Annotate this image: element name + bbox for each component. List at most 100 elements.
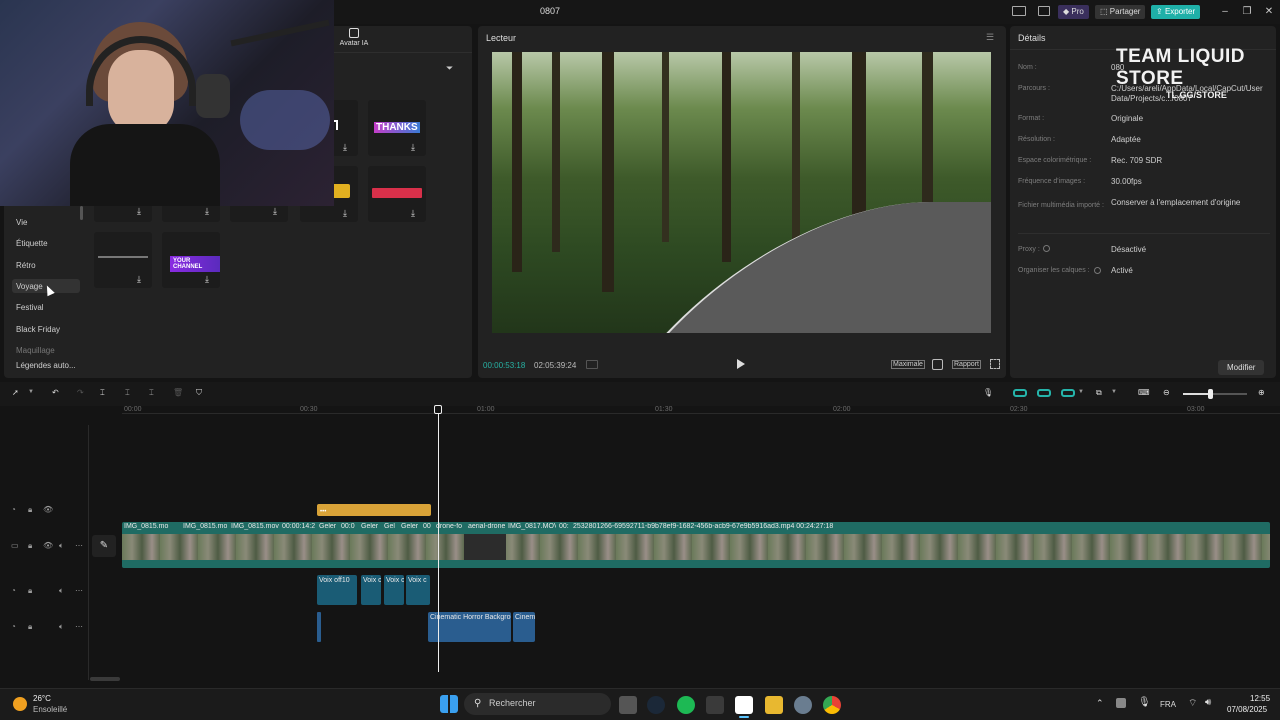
playhead-handle[interactable] [434,405,442,414]
video-clip[interactable]: 00 [423,523,433,530]
video-clip[interactable]: drone-fo [436,523,463,530]
avatar-ia-tab[interactable]: Avatar IA [336,28,372,47]
split-right-icon[interactable]: ⌶ [149,388,154,398]
category-voyage[interactable]: Voyage [16,282,43,291]
eye-icon[interactable]: 👁︎ [43,505,53,514]
redo-icon[interactable]: ↷ [77,388,84,397]
modify-button[interactable]: Modifier [1218,360,1265,375]
video-clip[interactable]: IMG_0815.mo [124,523,178,530]
undo-icon[interactable]: ↶ [52,388,59,397]
video-clip[interactable]: 2532801266-69592711-b9b78ef9-1682-456b-a… [573,523,853,530]
download-icon[interactable]: ⤓ [343,142,347,153]
video-clip[interactable]: 00:00:14:2 [282,523,316,530]
music-clip[interactable]: Cinem [513,612,535,642]
download-icon[interactable]: ⤓ [205,206,209,217]
category-legendes-auto[interactable]: Légendes auto... [16,361,76,370]
zoom-in-icon[interactable]: ⊕ [1258,388,1265,397]
lock-icon[interactable]: 🔒︎ [28,586,32,596]
sticker-thumb[interactable]: ⤓ [368,166,426,222]
video-clip[interactable]: IMG_0817.MOV [508,523,556,530]
video-clip[interactable]: Geler [401,523,421,530]
category-festival[interactable]: Festival [16,303,44,312]
lock-icon[interactable]: 🔒︎ [28,541,32,551]
chevron-down-icon[interactable]: ▼ [1078,389,1084,395]
weather-icon[interactable] [13,697,27,711]
sticker-thumb[interactable]: YOUR CHANNEL ⤓ [162,232,220,288]
detail-value-proxy[interactable]: Désactivé [1111,245,1146,254]
sticker-thumb[interactable]: THANKS ⤓ [368,100,426,156]
category-black-friday[interactable]: Black Friday [16,325,60,334]
shield-icon[interactable]: ⛉ [196,388,202,398]
minimize-icon[interactable]: – [1218,5,1232,19]
video-clip[interactable]: Geler [319,523,339,530]
capcut-icon[interactable] [735,696,753,714]
spotify-icon[interactable] [677,696,695,714]
more-icon[interactable]: ⋯ [75,586,83,595]
close-icon[interactable]: ✕ [1262,5,1276,19]
layout-icon[interactable] [1012,6,1026,16]
crop-icon[interactable] [932,359,943,370]
speaker-icon[interactable]: 🔈︎ [59,622,64,632]
magnet-icon[interactable] [1037,389,1051,397]
volume-icon[interactable]: 🔊︎ [1205,697,1211,708]
fullscreen-icon[interactable] [990,359,1000,369]
effect-clip[interactable]: ••• [317,504,431,516]
sticker-thumb[interactable]: ⤓ [94,232,152,288]
select-tool-icon[interactable]: ➚ [12,388,19,397]
timeline-scrollbar[interactable] [90,677,120,681]
lock-icon[interactable]: 🔒︎ [28,505,32,515]
category-maquillage[interactable]: Maquillage [16,346,55,355]
video-clip[interactable]: aerial-drone [468,523,505,530]
clock-date[interactable]: 07/08/2025 [1227,705,1267,714]
chevron-down-icon[interactable]: ▼ [28,389,34,395]
restore-icon[interactable]: ❐ [1240,5,1254,19]
clock-time[interactable]: 12:55 [1250,694,1270,703]
zoom-slider-handle[interactable] [1208,389,1213,399]
voice-clip[interactable]: Voix c [361,575,381,605]
download-icon[interactable]: ⤓ [137,274,141,285]
chevron-up-icon[interactable]: ⌃ [1096,698,1104,709]
detail-value-layers[interactable]: Activé [1111,266,1133,275]
download-icon[interactable]: ⤓ [205,274,209,285]
download-icon[interactable]: ⤓ [343,208,347,219]
chrome-icon[interactable] [823,696,841,714]
ratio-button[interactable]: Rapport [952,360,981,369]
mic-tray-icon[interactable]: 🎙 [1138,697,1151,708]
category-etiquette[interactable]: Étiquette [16,239,48,248]
voice-clip[interactable]: Voix c [406,575,430,605]
task-view-icon[interactable] [619,696,637,714]
category-retro[interactable]: Rétro [16,261,36,270]
search-box[interactable]: ⚲ Rechercher [464,693,611,715]
chevron-down-icon[interactable]: ▼ [1111,389,1117,395]
xbox-icon[interactable] [706,696,724,714]
info-icon[interactable] [1043,245,1050,252]
video-clip[interactable]: 00: [559,523,569,530]
download-icon[interactable]: ⤓ [273,206,277,217]
info-icon[interactable] [1094,267,1101,274]
zoom-out-icon[interactable]: ⊖ [1163,388,1170,397]
steam-icon[interactable] [647,696,665,714]
settings-gear-icon[interactable] [794,696,812,714]
file-explorer-icon[interactable] [765,696,783,714]
windows-start-icon[interactable] [440,695,458,713]
video-clip[interactable]: Geler [361,523,381,530]
pro-button[interactable]: ◆ Pro [1058,5,1089,19]
split-icon[interactable]: ⌶ [100,388,105,398]
split-left-icon[interactable]: ⌶ [125,388,130,398]
link-icon[interactable] [1061,389,1075,397]
lock-icon[interactable]: 🔒︎ [28,622,32,632]
edit-cover-icon[interactable]: ✎ [92,535,116,557]
export-button[interactable]: ⇪ Exporter [1151,5,1201,19]
video-clip[interactable]: IMG_0815.mo [183,523,227,530]
more-icon[interactable]: ⋯ [75,541,83,550]
voice-clip[interactable]: Voix c [384,575,404,605]
tray-app-icon[interactable] [1116,698,1126,708]
filter-icon[interactable]: ⏷ [446,63,453,74]
shortcuts-icon[interactable] [1038,6,1050,16]
playhead[interactable] [438,414,439,672]
download-icon[interactable]: ⤓ [411,142,415,153]
more-icon[interactable]: ⋯ [75,622,83,631]
wifi-icon[interactable]: ⌔ [1188,697,1197,710]
video-clip[interactable]: 00:0 [341,523,358,530]
speaker-icon[interactable]: 🔈︎ [59,541,64,551]
